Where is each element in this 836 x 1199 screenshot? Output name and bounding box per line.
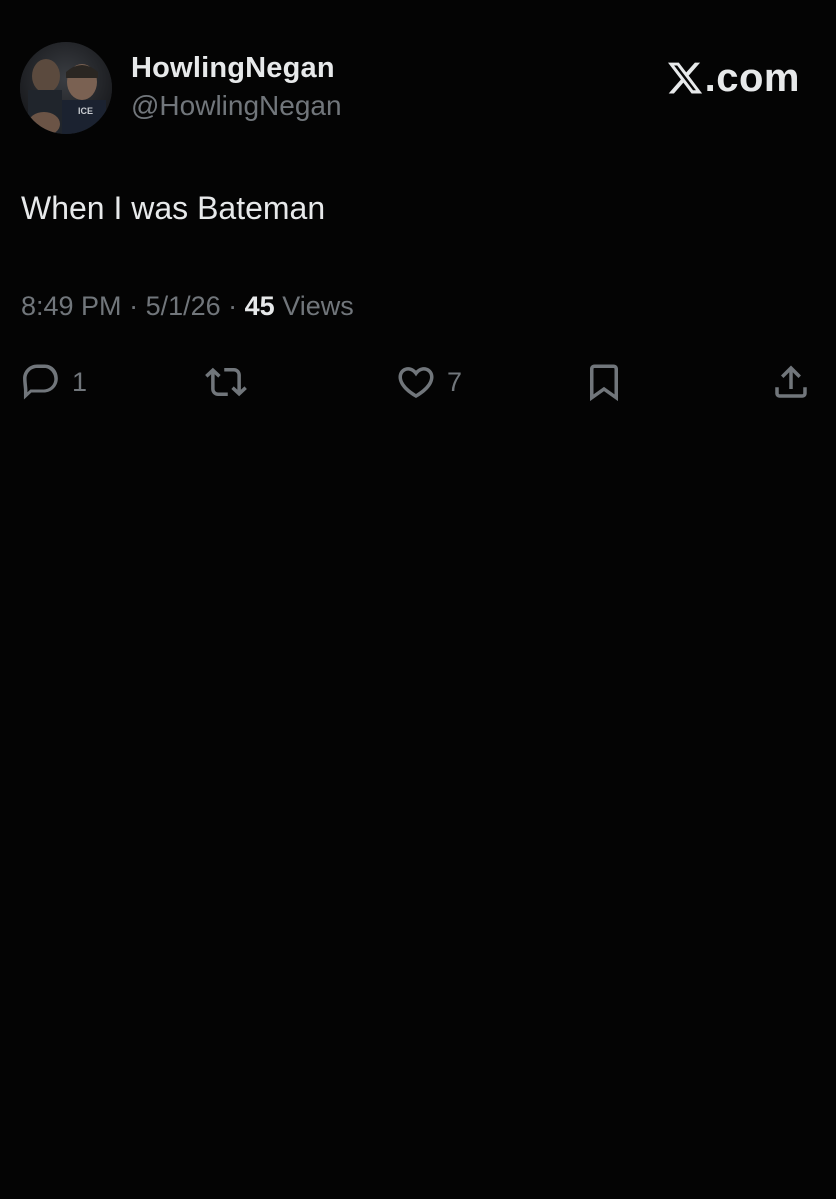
views-count: 45 xyxy=(244,291,275,321)
tweet-time[interactable]: 8:49 PM xyxy=(21,291,122,321)
heart-icon xyxy=(398,367,434,399)
tweet-date[interactable]: 5/1/26 xyxy=(146,291,221,321)
tweet-meta: 8:49 PM · 5/1/26 · 45 Views xyxy=(21,291,354,322)
avatar-image xyxy=(20,42,112,134)
views-label: Views xyxy=(282,291,354,321)
brand-text: .com xyxy=(704,56,800,100)
like-count: 7 xyxy=(447,366,463,397)
retweet-button[interactable] xyxy=(205,360,247,404)
reply-icon xyxy=(23,364,58,400)
reply-button[interactable]: 1 xyxy=(20,360,87,404)
avatar[interactable]: ICE xyxy=(20,42,112,134)
meta-separator: · xyxy=(220,291,245,321)
display-name[interactable]: HowlingNegan xyxy=(131,52,335,85)
bookmark-icon xyxy=(590,364,618,402)
action-bar: 1 7 xyxy=(0,360,836,404)
retweet-icon xyxy=(205,367,247,397)
user-handle[interactable]: @HowlingNegan xyxy=(131,90,342,122)
share-icon xyxy=(775,365,807,398)
share-button[interactable] xyxy=(770,360,812,404)
x-brand: .com xyxy=(666,58,800,98)
bookmark-button[interactable] xyxy=(583,360,625,404)
tweet-text: When I was Bateman xyxy=(21,190,326,226)
avatar-badge-text: ICE xyxy=(78,106,94,116)
like-button[interactable]: 7 xyxy=(395,360,462,404)
x-logo-icon xyxy=(667,62,702,94)
reply-count: 1 xyxy=(72,366,88,397)
meta-separator: · xyxy=(121,291,146,321)
